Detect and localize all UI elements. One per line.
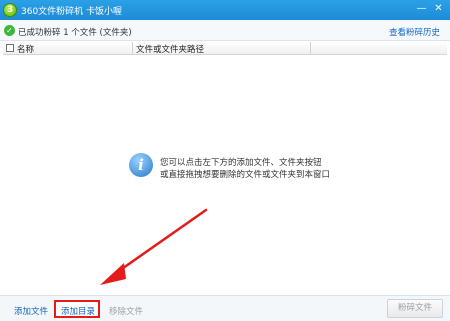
window-title: 360文件粉碎机 卡饭小喔	[21, 7, 123, 17]
status-message: 已成功粉碎 1 个文件 (文件夹)	[18, 28, 132, 38]
shred-file-button[interactable]: 粉碎文件	[387, 299, 443, 318]
column-divider[interactable]	[310, 42, 311, 54]
add-directory-button[interactable]: 添加目录	[61, 305, 95, 317]
hint-line-2: 或直接拖拽想要删除的文件或文件夹到本窗口	[160, 170, 331, 180]
minimize-button[interactable]: —	[415, 3, 428, 16]
column-header-path[interactable]: 文件或文件夹路径	[136, 43, 204, 55]
hint-line-1: 您可以点击左下方的添加文件、文件夹按钮	[160, 158, 322, 168]
title-bar: 3 360文件粉碎机 卡饭小喔 — ✕	[0, 0, 450, 20]
bottom-toolbar: 添加文件 添加目录 移除文件 粉碎文件	[0, 295, 450, 321]
success-check-icon: ✓	[4, 25, 15, 36]
add-file-button[interactable]: 添加文件	[14, 305, 48, 317]
column-divider[interactable]	[132, 42, 133, 54]
close-button[interactable]: ✕	[432, 3, 445, 16]
column-header-name[interactable]: 名称	[17, 43, 34, 55]
remove-file-button[interactable]: 移除文件	[109, 305, 143, 317]
status-bar: ✓ 已成功粉碎 1 个文件 (文件夹) 查看粉碎历史	[0, 20, 450, 41]
app-logo-icon: 3	[3, 3, 17, 17]
view-history-link[interactable]: 查看粉碎历史	[389, 26, 440, 38]
select-all-checkbox[interactable]	[6, 44, 14, 52]
info-icon: i	[129, 153, 153, 177]
file-table-header: 名称 文件或文件夹路径	[3, 41, 447, 55]
